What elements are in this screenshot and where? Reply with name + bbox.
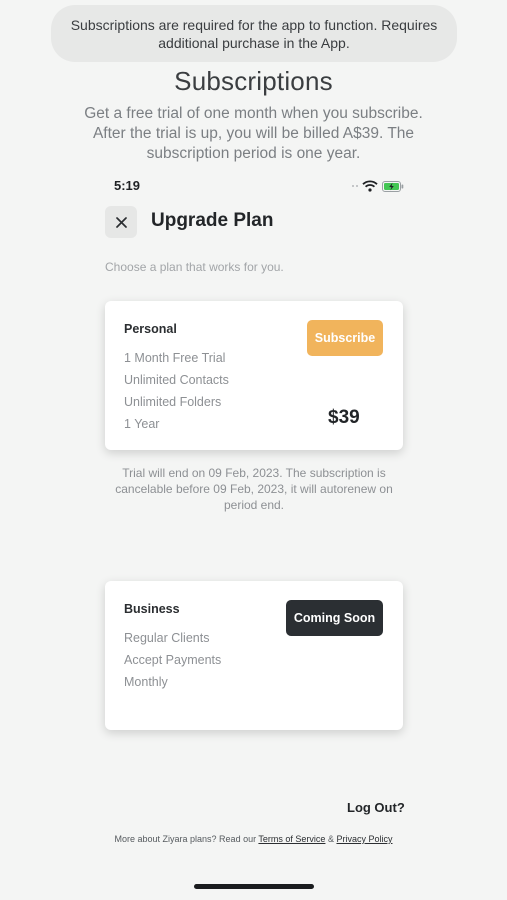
trial-note: Trial will end on 09 Feb, 2023. The subs… xyxy=(115,466,393,512)
plan-name-personal: Personal xyxy=(124,322,177,336)
page-title: Subscriptions xyxy=(174,66,333,96)
status-icons xyxy=(352,179,404,193)
upgrade-plan-title: Upgrade Plan xyxy=(151,210,274,231)
home-indicator[interactable] xyxy=(194,884,314,889)
feature-item: 1 Year xyxy=(124,417,160,431)
business-plan-card: Business Regular Clients Accept Payments… xyxy=(105,581,403,730)
logout-link[interactable]: Log Out? xyxy=(347,800,405,815)
subscribe-button[interactable]: Subscribe xyxy=(307,320,383,356)
personal-price: $39 xyxy=(328,407,360,428)
requirement-banner: Subscriptions are required for the app t… xyxy=(51,5,457,62)
choose-plan-subtitle: Choose a plan that works for you. xyxy=(105,260,284,274)
feature-item: Unlimited Folders xyxy=(124,395,222,409)
footer-prefix: More about Ziyara plans? Read our xyxy=(114,834,259,844)
plan-name-business: Business xyxy=(124,602,180,616)
privacy-policy-link[interactable]: Privacy Policy xyxy=(336,834,392,844)
personal-plan-card: Personal 1 Month Free Trial Unlimited Co… xyxy=(105,301,403,450)
feature-item: 1 Month Free Trial xyxy=(124,351,226,365)
feature-item: Monthly xyxy=(124,675,168,689)
coming-soon-button[interactable]: Coming Soon xyxy=(286,600,383,636)
close-icon xyxy=(115,216,127,228)
personal-feature-list: 1 Month Free Trial Unlimited Contacts Un… xyxy=(124,350,229,438)
footer-legal: More about Ziyara plans? Read our Terms … xyxy=(0,834,507,844)
close-button[interactable] xyxy=(105,206,137,238)
business-feature-list: Regular Clients Accept Payments Monthly xyxy=(124,630,221,696)
terms-of-service-link[interactable]: Terms of Service xyxy=(258,834,325,844)
footer-separator: & xyxy=(325,834,337,844)
signal-dots-icon xyxy=(352,185,358,187)
subscription-description: Get a free trial of one month when you s… xyxy=(84,105,423,162)
banner-text: Subscriptions are required for the app t… xyxy=(70,16,438,51)
status-time: 5:19 xyxy=(114,178,141,193)
feature-item: Accept Payments xyxy=(124,653,222,667)
feature-item: Regular Clients xyxy=(124,631,210,645)
wifi-icon xyxy=(362,180,378,192)
battery-charging-icon xyxy=(382,180,404,192)
feature-item: Unlimited Contacts xyxy=(124,373,229,387)
